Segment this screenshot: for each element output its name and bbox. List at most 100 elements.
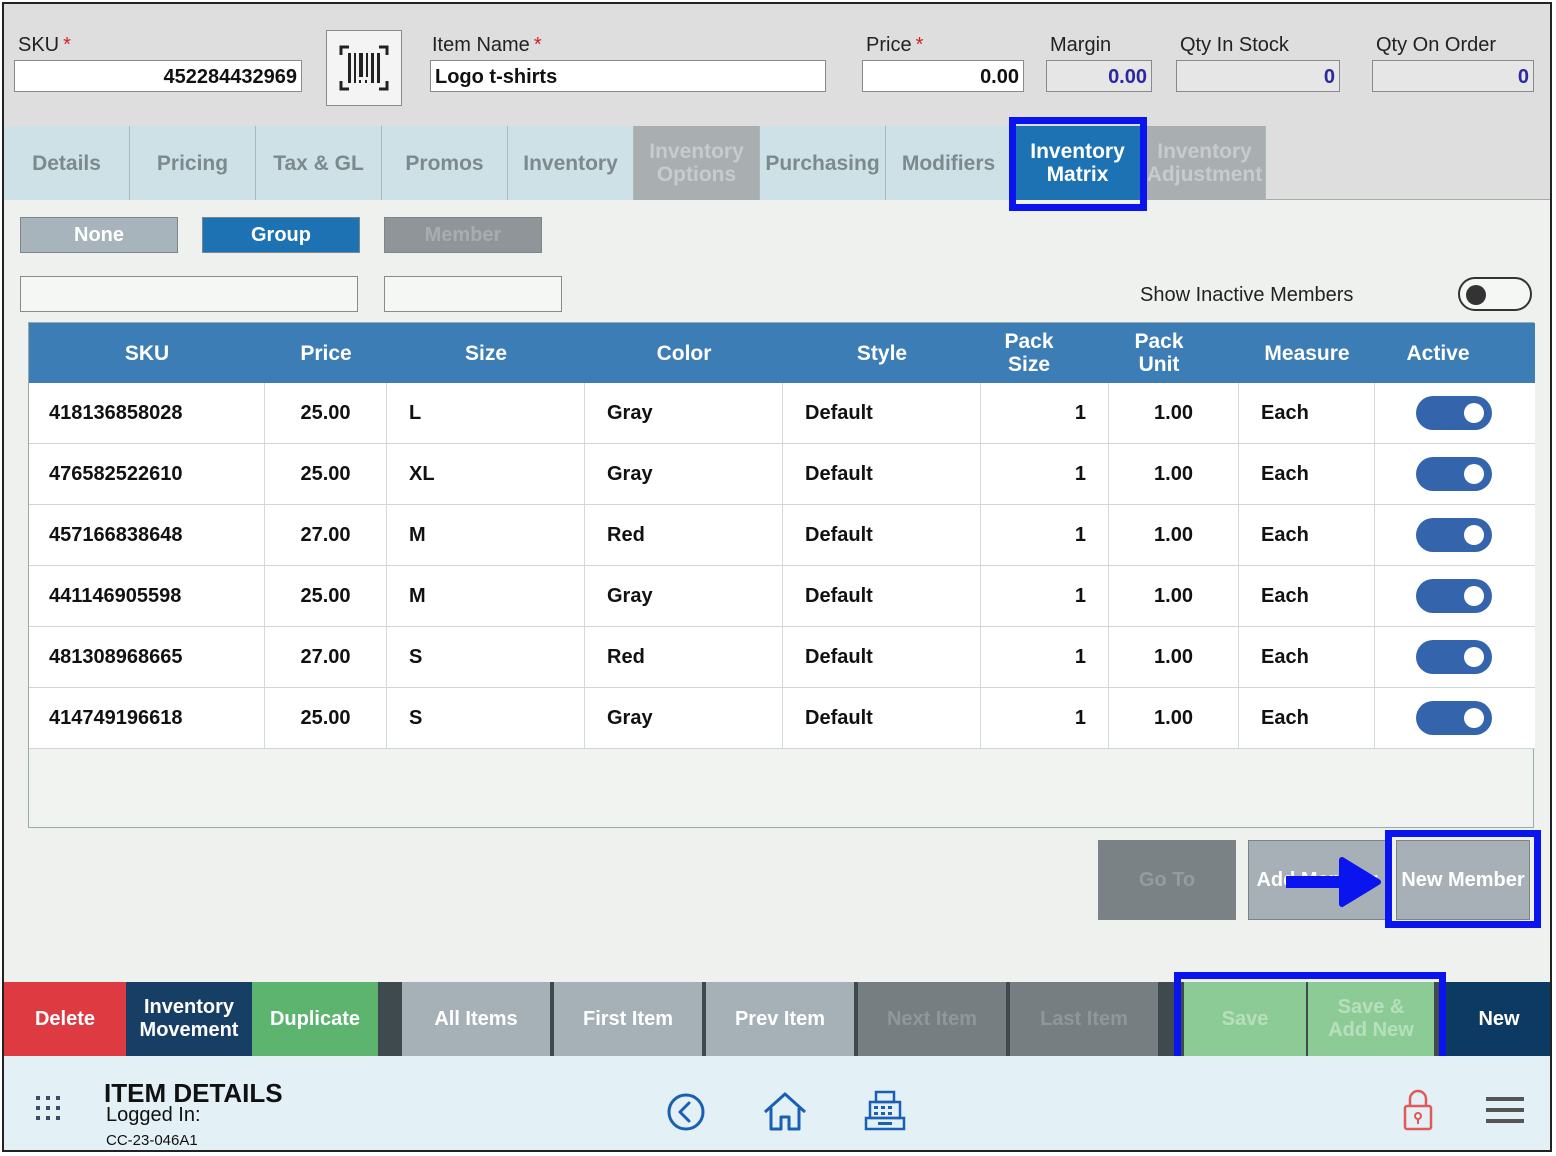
cell-price: 25.00 bbox=[265, 688, 387, 748]
cell-pack-size: 1 bbox=[981, 566, 1109, 626]
cell-style: Default bbox=[783, 688, 981, 748]
table-row[interactable]: 476582522610 25.00 XL Gray Default 1 1.00 Each bbox=[29, 444, 1535, 505]
tab-inventory[interactable]: Inventory bbox=[508, 126, 634, 200]
cell-measure: Each bbox=[1239, 444, 1375, 504]
first-item-button[interactable]: First Item bbox=[554, 982, 702, 1056]
cell-style: Default bbox=[783, 444, 981, 504]
highlight-new-member-button bbox=[1385, 830, 1541, 928]
qty-in-stock-field: 0 bbox=[1176, 60, 1340, 92]
tab-modifiers[interactable]: Modifiers bbox=[886, 126, 1012, 200]
cell-price: 25.00 bbox=[265, 383, 387, 443]
col-header-pack-size[interactable]: Pack Size bbox=[981, 323, 1077, 383]
toggle-knob bbox=[1466, 285, 1486, 305]
cell-size: S bbox=[387, 627, 585, 687]
all-items-button[interactable]: All Items bbox=[402, 982, 550, 1056]
register-icon[interactable] bbox=[862, 1088, 908, 1134]
cell-pack-unit: 1.00 bbox=[1109, 627, 1239, 687]
cell-color: Gray bbox=[585, 444, 783, 504]
back-icon[interactable] bbox=[664, 1090, 708, 1134]
table-row[interactable]: 481308968665 27.00 S Red Default 1 1.00 Each bbox=[29, 627, 1535, 688]
cell-pack-size: 1 bbox=[981, 383, 1109, 443]
table-row[interactable]: 418136858028 25.00 L Gray Default 1 1.00 Each bbox=[29, 383, 1535, 444]
duplicate-button[interactable]: Duplicate bbox=[252, 982, 378, 1056]
cell-pack-size: 1 bbox=[981, 688, 1109, 748]
cell-style: Default bbox=[783, 627, 981, 687]
cell-color: Gray bbox=[585, 383, 783, 443]
home-icon[interactable] bbox=[760, 1088, 810, 1134]
active-toggle[interactable] bbox=[1416, 701, 1492, 735]
item-name-field[interactable]: Logo t-shirts bbox=[430, 60, 826, 92]
barcode-scan-button[interactable] bbox=[326, 30, 402, 106]
table-row[interactable]: 457166838648 27.00 M Red Default 1 1.00 Each bbox=[29, 505, 1535, 566]
next-item-button: Next Item bbox=[858, 982, 1006, 1056]
arrow-right-icon bbox=[1286, 857, 1381, 907]
member-filter-input[interactable] bbox=[384, 276, 562, 312]
delete-button[interactable]: Delete bbox=[4, 982, 126, 1056]
toggle-knob bbox=[1464, 525, 1484, 545]
col-header-measure[interactable]: Measure bbox=[1239, 323, 1375, 383]
cell-active bbox=[1375, 566, 1533, 626]
cell-style: Default bbox=[783, 383, 981, 443]
sku-field[interactable]: 452284432969 bbox=[14, 60, 302, 92]
item-name-label: Item Name * bbox=[432, 34, 542, 56]
cell-measure: Each bbox=[1239, 383, 1375, 443]
col-header-size[interactable]: Size bbox=[387, 323, 585, 383]
price-label: Price * bbox=[866, 34, 924, 56]
col-header-style[interactable]: Style bbox=[783, 323, 981, 383]
col-header-price[interactable]: Price bbox=[265, 323, 387, 383]
toggle-knob bbox=[1464, 586, 1484, 606]
cell-sku: 457166838648 bbox=[29, 505, 265, 565]
logged-in-label: Logged In: bbox=[106, 1104, 201, 1126]
price-field[interactable]: 0.00 bbox=[862, 60, 1024, 92]
cell-measure: Each bbox=[1239, 688, 1375, 748]
cell-measure: Each bbox=[1239, 627, 1375, 687]
lock-icon[interactable] bbox=[1400, 1086, 1436, 1134]
cell-pack-unit: 1.00 bbox=[1109, 505, 1239, 565]
qty-on-order-label: Qty On Order bbox=[1376, 34, 1497, 56]
cell-color: Gray bbox=[585, 566, 783, 626]
group-filter-input[interactable] bbox=[20, 276, 358, 312]
tab-inventory-options: Inventory Options bbox=[634, 126, 760, 200]
menu-icon[interactable] bbox=[1484, 1092, 1526, 1128]
tab-purchasing[interactable]: Purchasing bbox=[760, 126, 886, 200]
cell-size: M bbox=[387, 505, 585, 565]
highlight-inventory-matrix-tab bbox=[1009, 117, 1147, 211]
active-toggle[interactable] bbox=[1416, 579, 1492, 613]
col-header-active[interactable]: Active bbox=[1375, 323, 1501, 383]
cell-pack-size: 1 bbox=[981, 505, 1109, 565]
cell-pack-size: 1 bbox=[981, 627, 1109, 687]
margin-label: Margin bbox=[1050, 34, 1112, 56]
apps-grid-icon[interactable] bbox=[32, 1092, 64, 1124]
active-toggle[interactable] bbox=[1416, 640, 1492, 674]
prev-item-button[interactable]: Prev Item bbox=[706, 982, 854, 1056]
matrix-none-button[interactable]: None bbox=[20, 217, 178, 253]
tab-bar: Details Pricing Tax & GL Promos Inventor… bbox=[4, 126, 1550, 200]
cell-pack-unit: 1.00 bbox=[1109, 444, 1239, 504]
inventory-movement-button[interactable]: Inventory Movement bbox=[126, 982, 252, 1056]
tab-details[interactable]: Details bbox=[4, 126, 130, 200]
tab-promos[interactable]: Promos bbox=[382, 126, 508, 200]
cell-sku: 418136858028 bbox=[29, 383, 265, 443]
tab-tax-gl[interactable]: Tax & GL bbox=[256, 126, 382, 200]
toggle-knob bbox=[1464, 464, 1484, 484]
col-header-sku[interactable]: SKU bbox=[29, 323, 265, 383]
active-toggle[interactable] bbox=[1416, 457, 1492, 491]
app-footer: ITEM DETAILS Logged In: CC-23-046A1 bbox=[4, 1056, 1550, 1150]
table-row[interactable]: 414749196618 25.00 S Gray Default 1 1.00 Each bbox=[29, 688, 1535, 749]
col-header-color[interactable]: Color bbox=[585, 323, 783, 383]
toggle-knob bbox=[1464, 403, 1484, 423]
matrix-group-button[interactable]: Group bbox=[202, 217, 360, 253]
new-button[interactable]: New bbox=[1444, 982, 1550, 1056]
cell-pack-size: 1 bbox=[981, 444, 1109, 504]
cell-color: Red bbox=[585, 505, 783, 565]
show-inactive-toggle[interactable] bbox=[1458, 277, 1532, 311]
matrix-member-button: Member bbox=[384, 217, 542, 253]
col-header-pack-unit[interactable]: Pack Unit bbox=[1109, 323, 1209, 383]
tab-inventory-adjustment: Inventory Adjustment bbox=[1144, 126, 1266, 200]
cell-color: Red bbox=[585, 627, 783, 687]
tab-pricing[interactable]: Pricing bbox=[130, 126, 256, 200]
active-toggle[interactable] bbox=[1416, 396, 1492, 430]
table-row[interactable]: 441146905598 25.00 M Gray Default 1 1.00 Each bbox=[29, 566, 1535, 627]
go-to-button: Go To bbox=[1098, 840, 1236, 920]
active-toggle[interactable] bbox=[1416, 518, 1492, 552]
